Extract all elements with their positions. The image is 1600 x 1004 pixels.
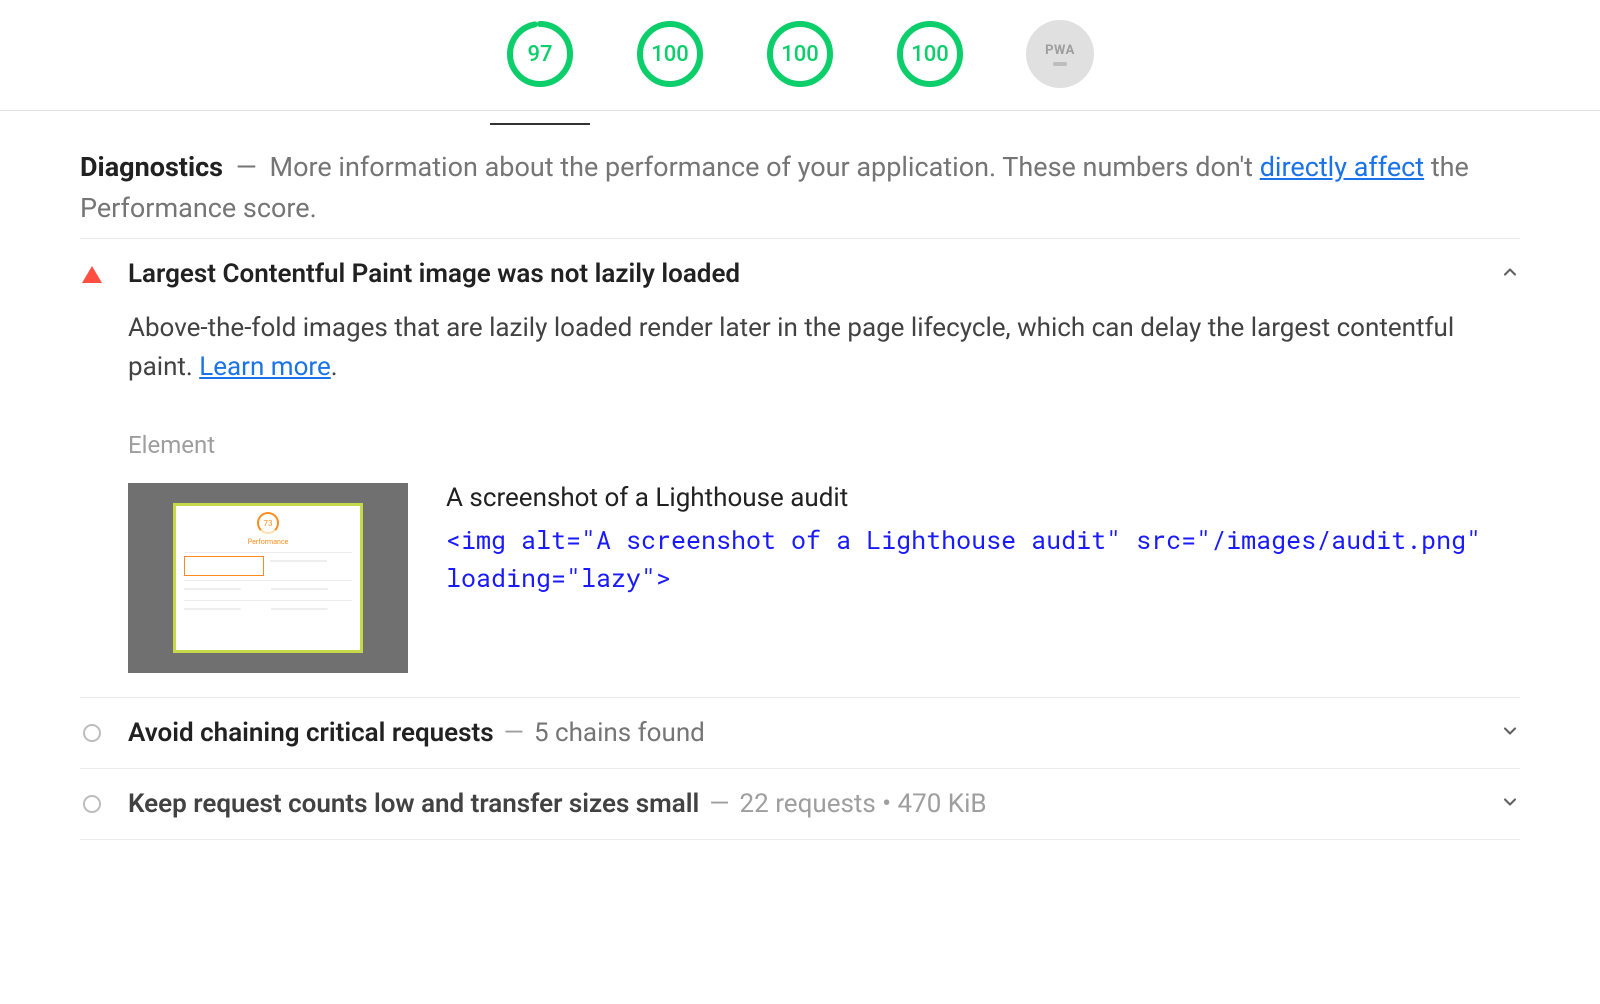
score-gauge-performance[interactable]: 97 xyxy=(506,20,574,88)
element-code-snippet: <img alt="A screenshot of a Lighthouse a… xyxy=(446,521,1520,596)
triangle-fail-icon xyxy=(80,266,104,283)
chevron-down-icon xyxy=(1500,792,1520,816)
audit-details: Above-the-fold images that are lazily lo… xyxy=(80,309,1520,697)
chevron-up-icon xyxy=(1500,262,1520,286)
element-label: Element xyxy=(128,431,1520,459)
pwa-label: PWA xyxy=(1045,43,1075,58)
learn-more-link[interactable]: Learn more xyxy=(199,352,331,382)
score-gauge-best-practices[interactable]: 100 xyxy=(766,20,834,88)
diagnostics-heading: Diagnostics — More information about the… xyxy=(80,147,1520,239)
score-value: 100 xyxy=(651,42,689,67)
element-caption: A screenshot of a Lighthouse audit xyxy=(446,483,1520,513)
circle-neutral-icon xyxy=(80,795,104,813)
diagnostics-title: Diagnostics xyxy=(80,151,223,183)
audit-header[interactable]: Largest Contentful Paint image was not l… xyxy=(80,239,1520,309)
audit-subtitle: 5 chains found xyxy=(534,718,705,748)
score-gauge-accessibility[interactable]: 100 xyxy=(636,20,704,88)
element-thumbnail: 73 Performance xyxy=(128,483,408,673)
score-gauge-seo[interactable]: 100 xyxy=(896,20,964,88)
chevron-down-icon xyxy=(1500,721,1520,745)
audit-critical-chains: Avoid chaining critical requests — 5 cha… xyxy=(80,698,1520,769)
element-text: A screenshot of a Lighthouse audit <img … xyxy=(446,483,1520,596)
audit-title: Avoid chaining critical requests xyxy=(128,718,494,748)
audit-subtitle: 22 requests • 470 KiB xyxy=(740,789,987,819)
score-value: 97 xyxy=(527,42,552,67)
pwa-dash-icon xyxy=(1053,62,1067,66)
diagnostics-link[interactable]: directly affect xyxy=(1260,151,1424,183)
diagnostics-description-before: More information about the performance o… xyxy=(270,151,1260,183)
audit-request-counts: Keep request counts low and transfer siz… xyxy=(80,769,1520,840)
element-row: 73 Performance A screenshot of a Lightho… xyxy=(128,483,1520,673)
score-value: 100 xyxy=(911,42,949,67)
audit-separator: — xyxy=(709,789,729,819)
audit-title: Largest Contentful Paint image was not l… xyxy=(128,259,740,289)
score-gauge-pwa[interactable]: PWA xyxy=(1026,20,1094,88)
audit-header[interactable]: Keep request counts low and transfer siz… xyxy=(80,769,1520,839)
diagnostics-separator: — xyxy=(236,151,257,183)
audit-description: Above-the-fold images that are lazily lo… xyxy=(128,309,1520,387)
audit-lcp-lazy-load: Largest Contentful Paint image was not l… xyxy=(80,239,1520,698)
audit-title: Keep request counts low and transfer siz… xyxy=(128,789,699,819)
score-header: 97 100 100 100 PWA xyxy=(0,0,1600,111)
score-value: 100 xyxy=(781,42,819,67)
circle-neutral-icon xyxy=(80,724,104,742)
audit-header[interactable]: Avoid chaining critical requests — 5 cha… xyxy=(80,698,1520,768)
audit-separator: — xyxy=(504,718,524,748)
